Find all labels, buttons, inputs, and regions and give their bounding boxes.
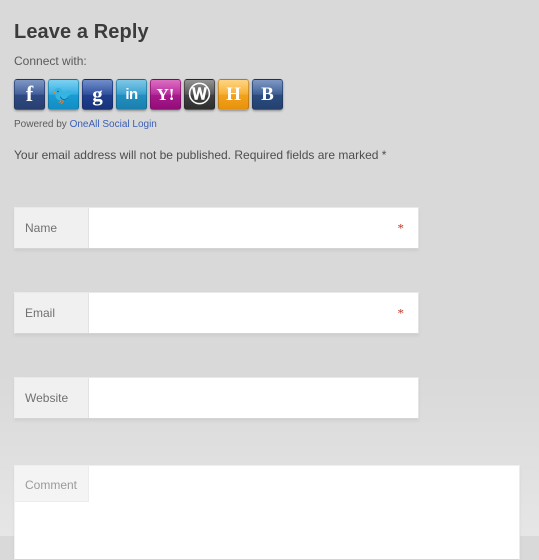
comment-textarea[interactable] <box>89 466 519 559</box>
hyves-icon[interactable]: H <box>218 79 249 110</box>
email-required-marker: * <box>397 305 405 321</box>
yahoo-icon[interactable]: Y! <box>150 79 181 110</box>
leave-a-reply-form: Leave a Reply Connect with: f 🐦 g in Y! … <box>0 0 539 560</box>
name-input[interactable] <box>89 208 418 248</box>
hyves-glyph: H <box>226 84 241 105</box>
google-glyph: g <box>92 82 103 106</box>
email-field-row: Email * <box>14 292 419 334</box>
name-required-marker: * <box>397 220 405 236</box>
email-input[interactable] <box>89 293 418 333</box>
powered-by-prefix: Powered by <box>14 119 70 130</box>
wordpress-glyph: Ⓦ <box>188 81 211 107</box>
blogger-glyph: B <box>261 84 274 105</box>
wordpress-icon[interactable]: Ⓦ <box>184 79 215 110</box>
website-input[interactable] <box>89 378 418 418</box>
facebook-icon[interactable]: f <box>14 79 45 110</box>
powered-by-text: Powered by OneAll Social Login <box>14 119 157 131</box>
comment-field-label: Comment <box>15 466 89 502</box>
facebook-glyph: f <box>25 81 34 106</box>
website-field-row: Website <box>14 377 419 419</box>
blogger-icon[interactable]: B <box>252 79 283 110</box>
comment-field-row: Comment <box>14 465 520 560</box>
oneall-social-login-link[interactable]: OneAll Social Login <box>70 119 157 130</box>
name-field-label: Name <box>15 208 89 248</box>
name-field-row: Name * <box>14 207 419 249</box>
linkedin-icon[interactable]: in <box>116 79 147 110</box>
page-title: Leave a Reply <box>14 21 149 43</box>
website-field-label: Website <box>15 378 89 418</box>
google-icon[interactable]: g <box>82 79 113 110</box>
twitter-icon[interactable]: 🐦 <box>48 79 79 110</box>
social-login-buttons: f 🐦 g in Y! Ⓦ H B <box>14 79 283 110</box>
linkedin-glyph: in <box>125 86 138 103</box>
required-fields-note: Your email address will not be published… <box>14 148 387 162</box>
twitter-glyph: 🐦 <box>52 84 75 105</box>
email-field-label: Email <box>15 293 89 333</box>
connect-with-label: Connect with: <box>14 54 87 68</box>
yahoo-glyph: Y! <box>156 85 175 104</box>
